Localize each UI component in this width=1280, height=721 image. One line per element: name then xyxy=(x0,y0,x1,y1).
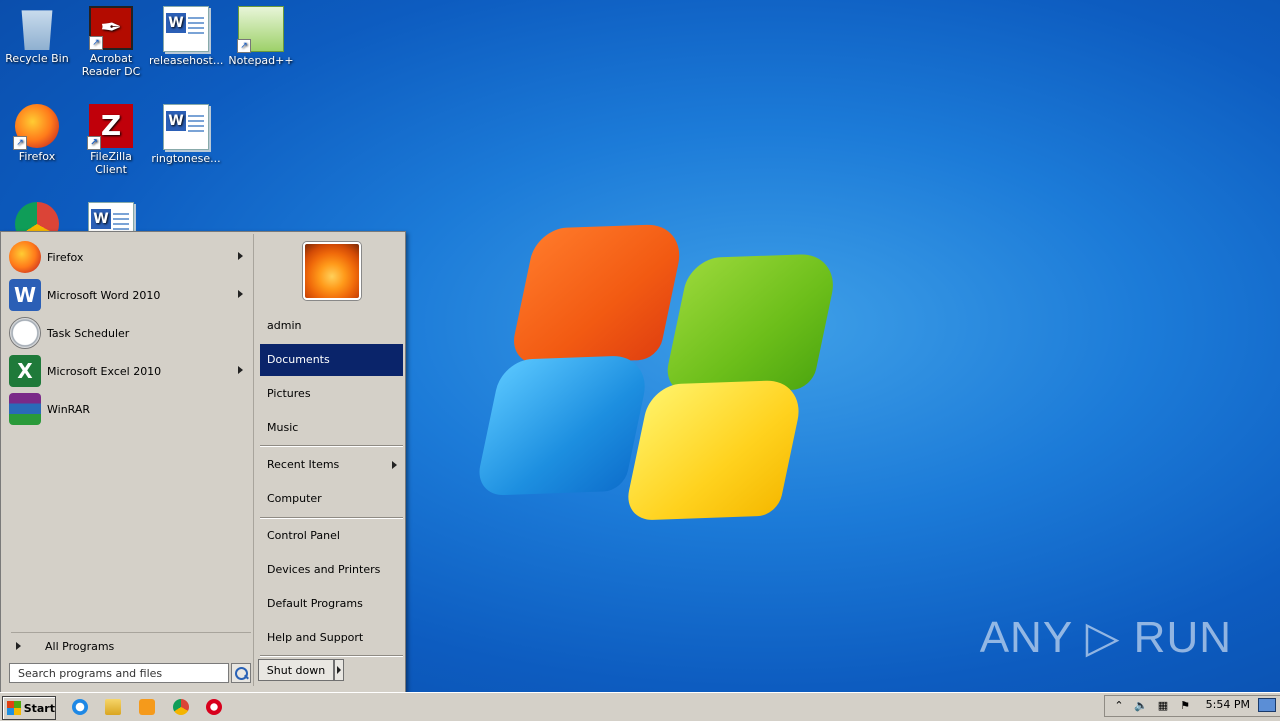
recent-items-label: Recent Items xyxy=(267,458,340,471)
desktop-icon-label: Notepad++ xyxy=(228,54,294,67)
winrar-icon xyxy=(9,393,41,425)
place-pictures[interactable]: Pictures xyxy=(260,378,403,410)
firefox-icon xyxy=(9,241,41,273)
all-programs-button[interactable]: All Programs xyxy=(11,632,251,655)
start-button[interactable]: Start xyxy=(2,696,56,720)
shortcut-arrow-icon: ↗ xyxy=(89,36,103,50)
desktop-icon-acrobat-reader[interactable]: ✒ ↗ Acrobat Reader DC xyxy=(74,0,148,78)
start-menu-places-pane: admin Documents Pictures Music Recent It… xyxy=(255,232,405,688)
desktop-icon-label: releasehost... xyxy=(149,54,224,67)
start-label: Start xyxy=(23,701,55,715)
desktop-icon-firefox[interactable]: ↗ Firefox xyxy=(0,98,74,163)
logo-pane-yellow xyxy=(622,379,807,521)
separator xyxy=(260,517,403,519)
firefox-icon: ↗ xyxy=(13,104,59,150)
desktop-icon-notepadpp[interactable]: ↗ Notepad++ xyxy=(224,0,298,67)
shortcut-arrow-icon: ↗ xyxy=(87,136,101,150)
show-hidden-icons-icon[interactable]: ⌃ xyxy=(1111,699,1127,713)
start-menu: Firefox W Microsoft Word 2010 Task Sched… xyxy=(0,231,406,693)
logo-pane-red xyxy=(508,223,687,365)
place-default-programs[interactable]: Default Programs xyxy=(260,588,403,620)
submenu-arrow-icon xyxy=(238,290,243,298)
submenu-arrow-icon xyxy=(392,461,397,469)
submenu-arrow-icon xyxy=(238,252,243,260)
recycle-bin-icon xyxy=(21,10,53,50)
desktop-icon-recycle-bin[interactable]: Recycle Bin xyxy=(0,0,74,65)
shutdown-button[interactable]: Shut down xyxy=(258,659,334,681)
place-help-support[interactable]: Help and Support xyxy=(260,622,403,654)
program-label: Microsoft Word 2010 xyxy=(47,288,161,302)
clock-icon xyxy=(9,317,41,349)
program-firefox[interactable]: Firefox xyxy=(9,239,251,275)
media-player-icon[interactable] xyxy=(139,699,155,715)
desktop-icon-ringtonese[interactable]: ringtonese... xyxy=(149,98,223,165)
program-label: Firefox xyxy=(47,250,84,264)
program-task-scheduler[interactable]: Task Scheduler xyxy=(9,315,251,351)
desktop-icon-label: Firefox xyxy=(18,150,56,163)
search-input[interactable]: Search programs and files xyxy=(9,663,229,683)
shortcut-arrow-icon: ↗ xyxy=(237,39,251,53)
place-user[interactable]: admin xyxy=(260,310,403,342)
program-winrar[interactable]: WinRAR xyxy=(9,391,251,427)
taskbar: Start ⌃ 🔈 ▦ ⚑ 5:54 PM xyxy=(0,692,1280,721)
desktop-icon-label: FileZilla Client xyxy=(90,150,132,176)
clock[interactable]: 5:54 PM xyxy=(1206,698,1250,711)
submenu-arrow-icon xyxy=(238,366,243,374)
place-documents[interactable]: Documents xyxy=(260,344,403,376)
word-document-icon xyxy=(163,6,209,52)
action-center-flag-icon[interactable]: ⚑ xyxy=(1177,699,1193,713)
place-control-panel[interactable]: Control Panel xyxy=(260,520,403,552)
place-devices-printers[interactable]: Devices and Printers xyxy=(260,554,403,586)
shutdown-options-button[interactable] xyxy=(334,659,344,681)
show-desktop-icon[interactable] xyxy=(1258,698,1276,712)
network-icon[interactable]: ▦ xyxy=(1155,699,1171,713)
desktop-icon-label: Acrobat Reader DC xyxy=(81,52,141,78)
notepadpp-icon: ↗ xyxy=(237,6,284,53)
desktop-icon-label: ringtonese... xyxy=(151,152,221,165)
volume-icon[interactable]: 🔈 xyxy=(1133,699,1149,713)
excel-icon: X xyxy=(9,355,41,387)
start-menu-programs-pane: Firefox W Microsoft Word 2010 Task Sched… xyxy=(3,234,254,686)
desktop-icon-label: Recycle Bin xyxy=(5,52,69,65)
word-icon: W xyxy=(9,279,41,311)
logo-pane-blue xyxy=(473,354,653,497)
program-word[interactable]: W Microsoft Word 2010 xyxy=(9,277,251,313)
place-recent-items[interactable]: Recent Items xyxy=(260,449,403,481)
desktop-icon-releasehost[interactable]: releasehost... xyxy=(149,0,223,67)
place-music[interactable]: Music xyxy=(260,412,403,444)
program-label: WinRAR xyxy=(47,402,91,416)
program-excel[interactable]: X Microsoft Excel 2010 xyxy=(9,353,251,389)
desktop-icon-filezilla[interactable]: Z ↗ FileZilla Client xyxy=(74,98,148,176)
chrome-icon[interactable] xyxy=(173,699,189,715)
windows-logo-wallpaper xyxy=(473,209,841,521)
program-label: Task Scheduler xyxy=(47,326,130,340)
acrobat-icon: ✒ ↗ xyxy=(89,6,133,50)
shortcut-arrow-icon: ↗ xyxy=(13,136,27,150)
system-tray: ⌃ 🔈 ▦ ⚑ xyxy=(1104,695,1280,717)
filezilla-icon: Z ↗ xyxy=(87,104,133,150)
user-avatar[interactable] xyxy=(303,242,361,300)
program-label: Microsoft Excel 2010 xyxy=(47,364,162,378)
word-document-icon xyxy=(163,104,209,150)
separator xyxy=(260,655,403,657)
expand-arrow-icon xyxy=(16,642,21,650)
opera-icon[interactable] xyxy=(206,699,222,715)
internet-explorer-icon[interactable] xyxy=(72,699,88,715)
logo-pane-green xyxy=(662,253,841,395)
place-computer[interactable]: Computer xyxy=(260,483,403,515)
anyrun-watermark: ANY ▷ RUN xyxy=(979,613,1232,662)
search-icon[interactable] xyxy=(231,663,251,683)
windows-flag-icon xyxy=(7,701,21,715)
all-programs-label: All Programs xyxy=(45,639,115,653)
file-explorer-icon[interactable] xyxy=(105,699,121,715)
separator xyxy=(260,445,403,447)
